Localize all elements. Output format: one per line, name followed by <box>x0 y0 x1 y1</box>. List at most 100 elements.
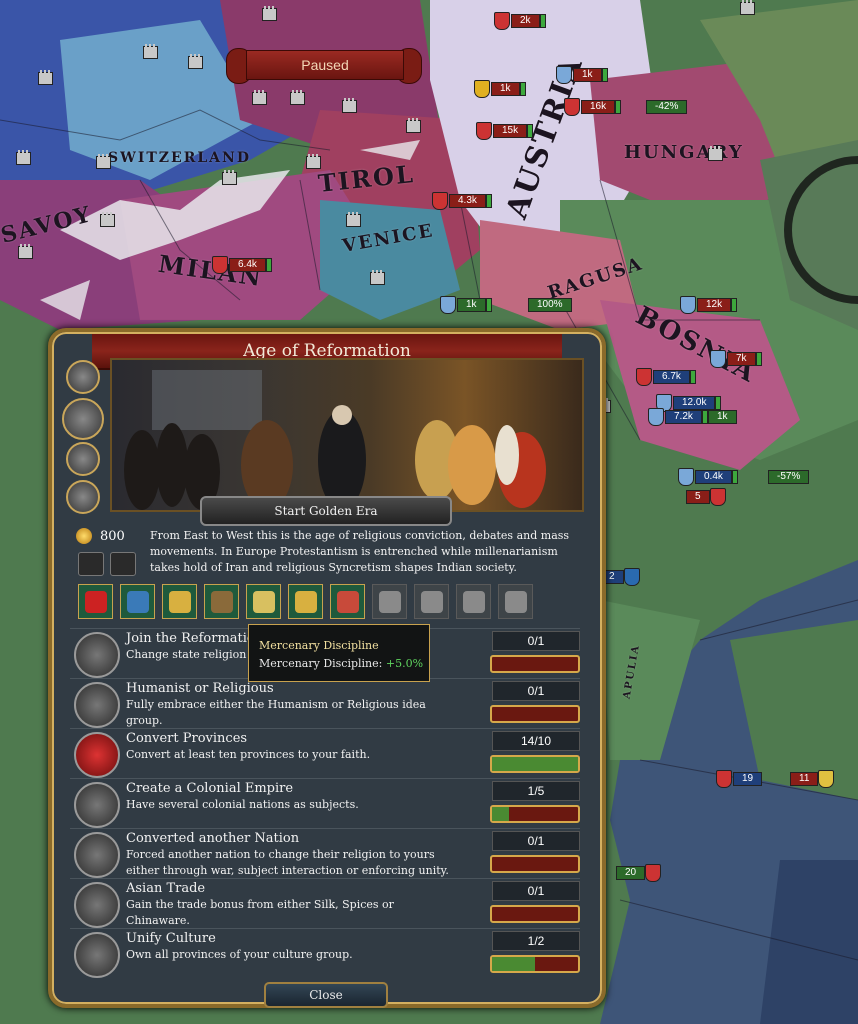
army-marker[interactable]: 16k <box>564 98 622 116</box>
army-marker[interactable]: 6.7k <box>636 368 696 386</box>
objective-title: Join the Reformation <box>126 631 264 646</box>
fort-icon[interactable] <box>406 118 421 133</box>
ability-shield-icon[interactable] <box>372 584 407 619</box>
objective-row[interactable]: Humanist or Religious Fully embrace eithe… <box>70 678 580 728</box>
objective-title: Asian Trade <box>126 881 206 896</box>
objective-count: 14/10 <box>492 731 580 751</box>
ability-medal-icon[interactable] <box>330 584 365 619</box>
fort-icon[interactable] <box>346 212 361 227</box>
army-marker[interactable]: 7k <box>710 350 762 368</box>
objective-progress-fill <box>492 807 510 821</box>
fort-icon[interactable] <box>222 170 237 185</box>
objective-count: 0/1 <box>492 881 580 901</box>
splendor-value: 800 <box>100 528 125 544</box>
objective-progress-bar <box>490 655 580 673</box>
age-absolutism-icon[interactable] <box>66 442 100 476</box>
age-discovery-icon[interactable] <box>66 360 100 394</box>
army-marker[interactable]: 5 <box>686 488 727 506</box>
army-marker[interactable]: -57% <box>768 470 810 484</box>
objective-description: Own all provinces of your culture group. <box>126 948 353 961</box>
ability-mercenary-icon[interactable] <box>204 584 239 619</box>
army-marker[interactable]: 6.4k <box>212 256 272 274</box>
objective-row[interactable]: Create a Colonial Empire Have several col… <box>70 778 580 828</box>
objective-progress-bar <box>490 705 580 723</box>
objective-progress-fill <box>492 957 535 971</box>
convert-icon <box>74 832 120 878</box>
objective-progress-fill <box>492 757 578 771</box>
objective-count: 1/2 <box>492 931 580 951</box>
fort-icon[interactable] <box>96 154 111 169</box>
paused-label: Paused <box>246 50 404 80</box>
fort-icon[interactable] <box>18 244 33 259</box>
objective-title: Convert Provinces <box>126 731 248 746</box>
close-button[interactable]: Close <box>264 982 388 1008</box>
army-marker[interactable]: 2 <box>600 568 641 586</box>
fort-icon[interactable] <box>708 146 723 161</box>
ability-ship-icon[interactable] <box>120 584 155 619</box>
objective-row[interactable]: Convert Provinces Convert at least ten pr… <box>70 728 580 778</box>
army-marker[interactable]: 19 <box>716 770 763 788</box>
army-marker[interactable]: 1k <box>708 410 737 424</box>
objective-count: 1/5 <box>492 781 580 801</box>
objective-row[interactable]: Unify Culture Own all provinces of your c… <box>70 928 580 978</box>
objective-title: Create a Colonial Empire <box>126 781 294 796</box>
fort-icon[interactable] <box>740 0 755 15</box>
tooltip-line: Mercenary Discipline: +5.0% <box>259 657 423 670</box>
objective-progress-bar <box>490 855 580 873</box>
army-marker[interactable]: 12.0k <box>656 394 722 412</box>
start-golden-era-button[interactable]: Start Golden Era <box>200 496 452 526</box>
ability-horse-icon[interactable] <box>456 584 491 619</box>
fort-icon[interactable] <box>262 6 277 21</box>
objective-title: Converted another Nation <box>126 831 300 846</box>
fort-icon[interactable] <box>290 90 305 105</box>
fort-icon[interactable] <box>16 150 31 165</box>
age-abilities <box>78 584 582 620</box>
ability-scales-icon[interactable] <box>288 584 323 619</box>
ability-diplomacy-icon[interactable] <box>498 584 533 619</box>
ability-cardinal-icon[interactable] <box>78 584 113 619</box>
army-marker[interactable]: 11 <box>790 770 835 788</box>
age-revolutions-icon[interactable] <box>66 480 100 514</box>
tooltip-title: Mercenary Discipline <box>259 639 379 652</box>
army-marker[interactable]: 2k <box>494 12 546 30</box>
objective-row[interactable]: Converted another Nation Forced another n… <box>70 828 580 878</box>
fort-icon[interactable] <box>143 44 158 59</box>
link-toggle-button[interactable] <box>110 552 136 576</box>
army-marker[interactable]: 12k <box>680 296 738 314</box>
ability-cannon-icon[interactable] <box>414 584 449 619</box>
ability-funnel-icon[interactable] <box>246 584 281 619</box>
army-marker[interactable]: 1k <box>440 296 492 314</box>
fort-icon[interactable] <box>188 54 203 69</box>
age-reformation-icon[interactable] <box>62 398 104 440</box>
fort-icon[interactable] <box>252 90 267 105</box>
army-marker[interactable]: 0.4k <box>678 468 738 486</box>
army-marker[interactable]: 20 <box>616 864 662 882</box>
fort-icon[interactable] <box>38 70 53 85</box>
fort-icon[interactable] <box>306 154 321 169</box>
fort-icon[interactable] <box>342 98 357 113</box>
objective-title: Humanist or Religious <box>126 681 274 696</box>
fort-icon[interactable] <box>370 270 385 285</box>
ability-crossed-swords-icon[interactable] <box>162 584 197 619</box>
fort-icon[interactable] <box>100 212 115 227</box>
colony-icon <box>74 782 120 828</box>
objective-description: Fully embrace either the Humanism or Rel… <box>126 698 426 727</box>
tooltip-line-value: +5.0% <box>385 657 424 670</box>
objective-row[interactable]: Asian Trade Gain the trade bonus from eit… <box>70 878 580 928</box>
army-marker[interactable]: 7.2k <box>648 408 708 426</box>
army-marker[interactable]: 100% <box>528 298 572 312</box>
army-marker[interactable]: -42% <box>646 100 688 114</box>
objective-progress-bar <box>490 905 580 923</box>
shield-toggle-button[interactable] <box>78 552 104 576</box>
paused-banner[interactable]: Paused <box>226 48 422 84</box>
army-marker[interactable]: 1k <box>556 66 608 84</box>
objective-progress-bar <box>490 955 580 973</box>
cross-icon <box>74 632 120 678</box>
army-marker[interactable]: 1k <box>474 80 526 98</box>
trade-icon <box>74 882 120 928</box>
tooltip-line-label: Mercenary Discipline: <box>259 657 386 670</box>
objective-description: Gain the trade bonus from either Silk, S… <box>126 898 394 927</box>
map-label-hungary: HUNGARY <box>624 142 744 163</box>
army-marker[interactable]: 4.3k <box>432 192 492 210</box>
army-marker[interactable]: 15k <box>476 122 534 140</box>
